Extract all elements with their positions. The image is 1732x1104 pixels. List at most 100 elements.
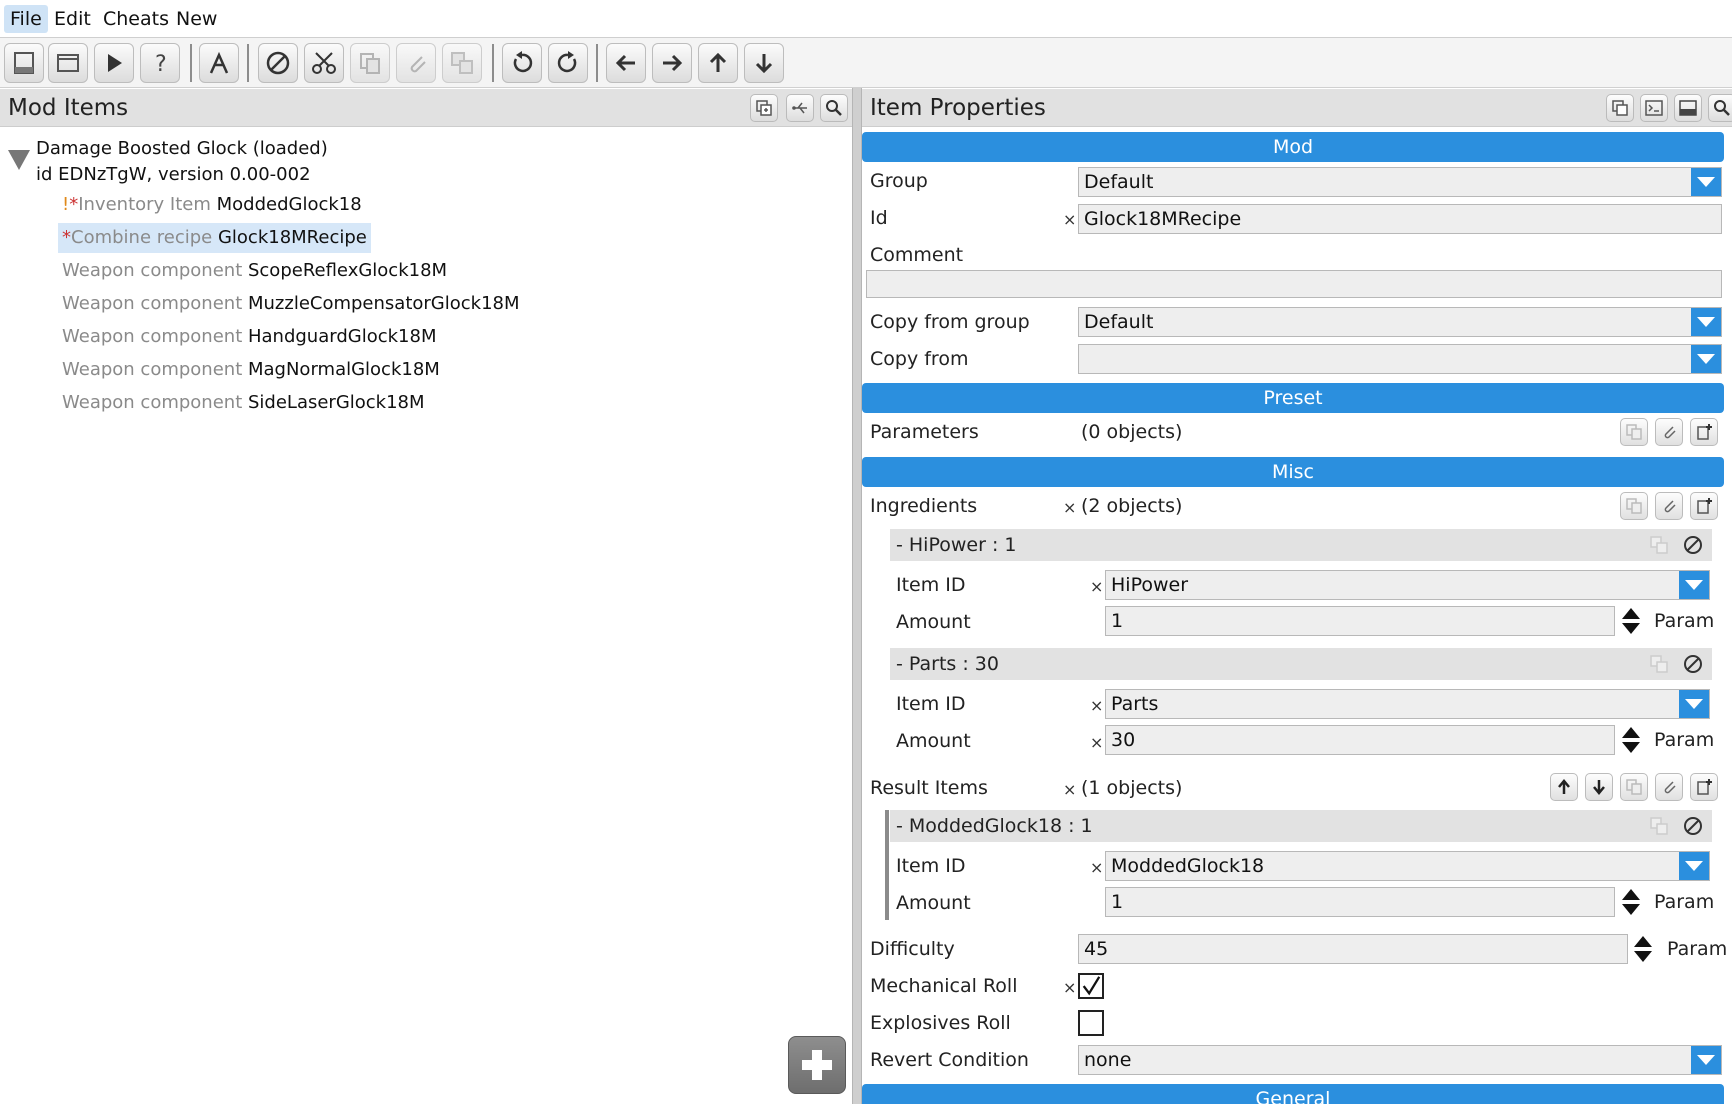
item-id-dropdown[interactable]: HiPower [1105,570,1710,600]
svg-text:?: ? [155,52,167,77]
menu-edit[interactable]: Edit [48,5,97,33]
reset-x-icon[interactable]: × [1090,733,1103,752]
item-id-value: Parts [1111,693,1159,715]
reset-x-icon[interactable]: × [1090,577,1103,596]
move-up-button[interactable] [1550,773,1578,801]
search-button[interactable] [1708,94,1732,122]
section-general[interactable]: General [862,1084,1724,1104]
reset-x-icon[interactable]: × [1063,210,1076,229]
menu-file[interactable]: File [4,5,48,33]
section-preset[interactable]: Preset [862,383,1724,413]
param-button[interactable]: Param [1654,610,1714,632]
ingredient-header[interactable]: - Parts : 30 [890,648,1712,680]
amount-label: Amount [896,611,971,633]
expand-all-button[interactable] [750,94,778,122]
mod-items-header: Mod Items [0,89,852,127]
reset-x-icon[interactable]: × [1090,696,1103,715]
copy-button[interactable] [350,43,390,83]
parameters-value: (0 objects) [1081,421,1183,443]
cut-button[interactable] [304,43,344,83]
paste-button[interactable] [1655,773,1683,801]
copy-button[interactable] [1620,492,1648,520]
amount-field[interactable]: 1 [1105,606,1615,636]
paste-button[interactable] [396,43,436,83]
cancel-button[interactable] [258,43,298,83]
mod-root-meta: id EDNzTgW, version 0.00-002 [36,164,311,185]
tree-item[interactable]: Weapon component HandguardGlock18M [58,322,440,352]
result-header[interactable]: - ModdedGlock18 : 1 [890,810,1712,842]
difficulty-stepper[interactable] [1630,934,1656,964]
param-button[interactable]: Param [1654,729,1714,751]
help-button[interactable]: ? [140,43,180,83]
copy-from-group-dropdown[interactable]: Default [1078,307,1722,337]
move-left-button[interactable] [606,43,646,83]
amount-field[interactable]: 1 [1105,887,1615,917]
mechanical-roll-checkbox[interactable] [1078,973,1104,999]
mod-root[interactable]: Damage Boosted Glock (loaded) id EDNzTgW… [36,136,328,188]
add-ingredient-button[interactable] [1690,492,1718,520]
tree-item-selected[interactable]: *Combine recipe Glock18MRecipe [58,223,371,253]
duplicate-button[interactable] [1646,813,1672,839]
tree-item[interactable]: Weapon component MagNormalGlock18M [58,355,444,385]
add-item-button[interactable] [788,1036,846,1094]
panel-splitter[interactable] [852,88,862,1104]
add-parameter-button[interactable] [1690,418,1718,446]
explosives-roll-checkbox[interactable] [1078,1010,1104,1036]
section-mod[interactable]: Mod [862,132,1724,162]
group-dropdown[interactable]: Default [1078,167,1722,197]
tree-item[interactable]: Weapon component MuzzleCompensatorGlock1… [58,289,524,319]
ingredient-header[interactable]: - HiPower : 1 [890,529,1712,561]
reset-x-icon[interactable]: × [1063,978,1076,997]
tree-item[interactable]: Weapon component SideLaserGlock18M [58,388,429,418]
menu-new[interactable]: New [170,5,223,33]
duplicate-button[interactable] [1646,532,1672,558]
amount-stepper[interactable] [1618,887,1644,917]
amount-stepper[interactable] [1618,725,1644,755]
move-down-button[interactable] [744,43,784,83]
reset-x-icon[interactable]: × [1090,858,1103,877]
move-up-button[interactable] [698,43,738,83]
cursor-button[interactable] [199,43,239,83]
comment-field[interactable] [866,270,1722,298]
section-misc[interactable]: Misc [862,457,1724,487]
param-button[interactable]: Param [1654,891,1714,913]
dropdown-arrow-icon [1679,571,1709,599]
collapse-triangle-icon[interactable] [8,150,30,170]
item-id-dropdown[interactable]: ModdedGlock18 [1105,851,1710,881]
panel-layout-button[interactable] [1674,94,1702,122]
window-button[interactable] [48,43,88,83]
menu-cheats[interactable]: Cheats [97,5,175,33]
paste-button[interactable] [1655,418,1683,446]
add-result-button[interactable] [1690,773,1718,801]
amount-field[interactable]: 30 [1105,725,1615,755]
reset-x-icon[interactable]: × [1063,780,1076,799]
save-button[interactable] [4,43,44,83]
remove-button[interactable] [1680,532,1706,558]
copy-button[interactable] [1620,773,1648,801]
tree-item[interactable]: Weapon component ScopeReflexGlock18M [58,256,451,286]
copy-button[interactable] [1620,418,1648,446]
copy-from-dropdown[interactable] [1078,344,1722,374]
tree-item[interactable]: !*Inventory Item ModdedGlock18 [58,190,366,220]
revert-condition-dropdown[interactable]: none [1078,1045,1722,1075]
tree-link-button[interactable] [786,94,814,122]
duplicate-button[interactable] [442,43,482,83]
remove-button[interactable] [1680,651,1706,677]
amount-stepper[interactable] [1618,606,1644,636]
id-field[interactable]: Glock18MRecipe [1078,204,1722,234]
remove-button[interactable] [1680,813,1706,839]
undo-button[interactable] [502,43,542,83]
move-right-button[interactable] [652,43,692,83]
param-button[interactable]: Param [1667,938,1727,960]
play-button[interactable] [94,43,134,83]
move-down-button[interactable] [1585,773,1613,801]
difficulty-field[interactable]: 45 [1078,934,1628,964]
redo-button[interactable] [548,43,588,83]
item-id-dropdown[interactable]: Parts [1105,689,1710,719]
paste-button[interactable] [1655,492,1683,520]
expand-all-button[interactable] [1606,94,1634,122]
reset-x-icon[interactable]: × [1063,498,1076,517]
search-button[interactable] [820,94,848,122]
duplicate-button[interactable] [1646,651,1672,677]
console-button[interactable] [1640,94,1668,122]
